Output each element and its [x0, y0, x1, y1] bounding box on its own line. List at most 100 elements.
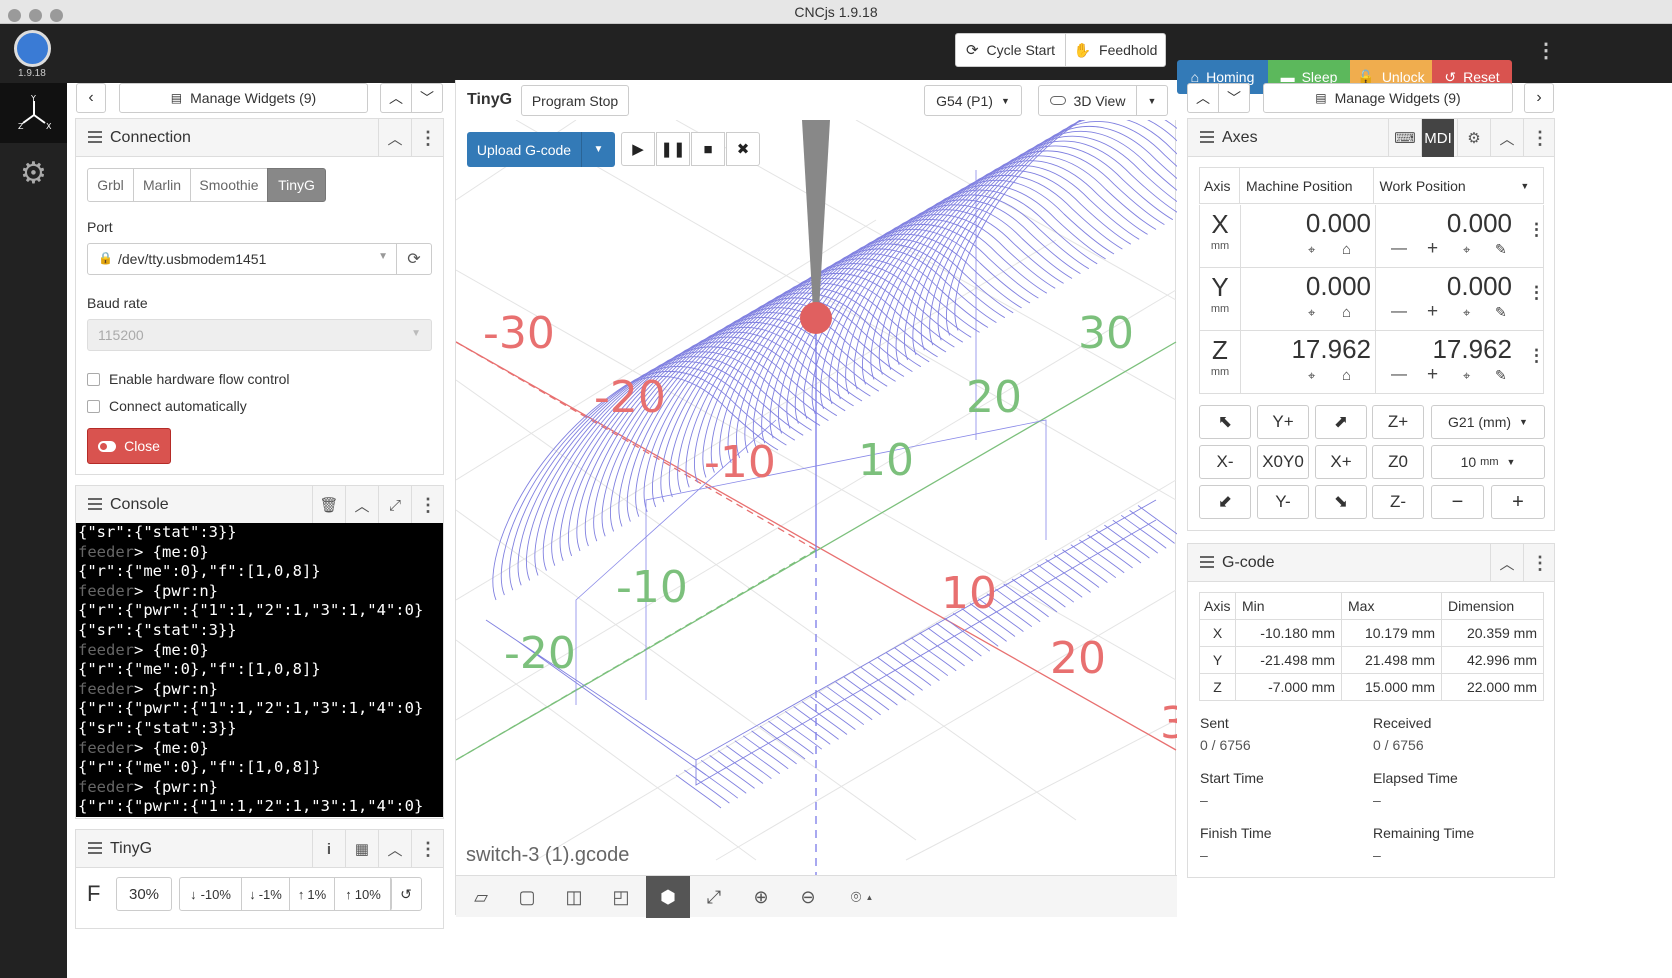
port-select[interactable]: 🔒 /dev/tty.usbmodem1451 ▼	[87, 243, 397, 275]
move-up-left-button[interactable]: ︿	[380, 83, 412, 113]
expand-console-button[interactable]: ⤢	[378, 486, 411, 524]
move-down-left-button[interactable]: ﹀	[411, 83, 443, 113]
axis-row-menu-button[interactable]: ⋮	[1528, 346, 1545, 366]
tab-smoothie[interactable]: Smoothie	[190, 168, 268, 202]
jog-xminus-yplus-button[interactable]: ⬉	[1199, 405, 1251, 439]
run-button[interactable]: ▶	[621, 132, 655, 166]
console-menu-button[interactable]: ⋮	[411, 486, 444, 524]
units-dropdown[interactable]: G21 (mm) ▼	[1431, 405, 1545, 439]
wcs-dropdown[interactable]: G54 (P1) ▼	[924, 85, 1022, 116]
clear-console-button[interactable]: 🗑	[312, 486, 345, 524]
info-button[interactable]: i	[312, 830, 345, 868]
manage-widgets-left-button[interactable]: ▤ Manage Widgets (9)	[119, 83, 368, 113]
collapse-tinyg-button[interactable]: ︿	[378, 830, 411, 868]
tab-marlin[interactable]: Marlin	[133, 168, 191, 202]
layout-button[interactable]: ▦	[345, 830, 378, 868]
work-position-value[interactable]: 0.000	[1447, 271, 1512, 302]
view-toggle-button[interactable]: 3D View	[1038, 85, 1137, 116]
feedhold-button[interactable]: ✋ Feedhold	[1065, 33, 1166, 67]
go-to-work-zero-button[interactable]: ⌖	[1463, 368, 1470, 384]
isometric-view-button[interactable]: ⬢	[646, 876, 690, 918]
hardware-flow-checkbox[interactable]	[87, 373, 100, 386]
auto-connect-checkbox[interactable]	[87, 400, 100, 413]
jog-xplus-yminus-button[interactable]: ⬊	[1315, 485, 1367, 519]
decrease-axis-button[interactable]: —	[1391, 303, 1407, 321]
camera-mode-dropdown[interactable]: ⌾ ▲	[838, 882, 886, 912]
decrease-axis-button[interactable]: —	[1391, 240, 1407, 258]
increase-axis-button[interactable]: +	[1427, 364, 1438, 386]
upload-options-dropdown[interactable]: ▼	[582, 132, 615, 167]
left-view-button[interactable]: ◫	[558, 882, 590, 912]
cncjs-logo[interactable]	[14, 30, 51, 67]
minimize-window-button[interactable]	[29, 9, 42, 22]
upload-gcode-button[interactable]: Upload G-code	[467, 132, 582, 167]
jog-xplus-yplus-button[interactable]: ⬈	[1315, 405, 1367, 439]
fit-view-button[interactable]: ⤢	[698, 882, 730, 912]
home-axis-button[interactable]: ⌂	[1342, 304, 1351, 321]
increase-step-button[interactable]: +	[1491, 485, 1545, 519]
increase-axis-button[interactable]: +	[1427, 301, 1438, 323]
more-menu-icon[interactable]: ⋮	[1536, 38, 1556, 63]
top-view-button[interactable]: ▱	[465, 882, 497, 912]
feed-minus-10-button[interactable]: ↓ -10%	[180, 878, 242, 910]
cycle-start-button[interactable]: ⟳ Cycle Start	[955, 33, 1066, 67]
go-to-work-zero-button[interactable]: ⌖	[1463, 305, 1470, 321]
feed-plus-10-button[interactable]: ↑ 10%	[335, 878, 391, 910]
go-to-work-zero-button[interactable]: ⌖	[1463, 242, 1470, 258]
axis-row-menu-button[interactable]: ⋮	[1528, 220, 1545, 240]
home-axis-button[interactable]: ⌂	[1342, 367, 1351, 384]
front-view-button[interactable]: ▢	[511, 882, 543, 912]
feed-minus-1-button[interactable]: ↓ -1%	[242, 878, 290, 910]
manage-widgets-right-button[interactable]: ▤ Manage Widgets (9)	[1263, 83, 1513, 113]
connection-menu-button[interactable]: ⋮	[411, 119, 444, 157]
jog-step-dropdown[interactable]: 10 mm ▼	[1431, 445, 1545, 479]
collapse-gcode-button[interactable]: ︿	[1490, 544, 1523, 582]
jog-xplus-button[interactable]: X+	[1315, 445, 1367, 479]
tab-grbl[interactable]: Grbl	[87, 168, 134, 202]
edit-position-button[interactable]: ✎	[1495, 367, 1507, 384]
drag-handle-icon[interactable]	[1200, 131, 1214, 143]
close-gcode-button[interactable]: ✖	[726, 132, 760, 166]
go-to-machine-zero-button[interactable]: ⌖	[1308, 305, 1315, 321]
position-options-dropdown[interactable]: ▼	[1506, 167, 1544, 204]
stop-button[interactable]: ■	[691, 132, 725, 166]
settings-nav-icon[interactable]: ⚙	[0, 143, 67, 203]
console-output[interactable]: {"sr":{"stat":3}} feeder> {me:0} {"r":{"me…	[76, 523, 443, 817]
jog-zplus-button[interactable]: Z+	[1372, 405, 1424, 439]
gcode-menu-button[interactable]: ⋮	[1523, 544, 1556, 582]
collapse-connection-button[interactable]: ︿	[378, 119, 411, 157]
decrease-step-button[interactable]: −	[1431, 485, 1484, 519]
close-connection-button[interactable]: Close	[87, 428, 171, 464]
3d-toolpath-canvas[interactable]: -30 -20 -10 10 20 30 -20 -10 10 20 30	[456, 120, 1177, 875]
collapse-console-button[interactable]: ︿	[345, 486, 378, 524]
program-stop-button[interactable]: Program Stop	[521, 85, 629, 116]
move-up-right-button[interactable]: ︿	[1187, 83, 1219, 113]
drag-handle-icon[interactable]	[88, 842, 102, 854]
jog-xminus-button[interactable]: X-	[1199, 445, 1251, 479]
increase-axis-button[interactable]: +	[1427, 238, 1438, 260]
jog-xminus-yminus-button[interactable]: ⬋	[1199, 485, 1251, 519]
edit-position-button[interactable]: ✎	[1495, 304, 1507, 321]
right-view-button[interactable]: ◰	[605, 882, 637, 912]
axis-row-menu-button[interactable]: ⋮	[1528, 283, 1545, 303]
jog-yplus-button[interactable]: Y+	[1257, 405, 1309, 439]
go-to-z-zero-button[interactable]: Z0	[1372, 445, 1424, 479]
baud-rate-select[interactable]: 115200 ▼	[87, 319, 432, 351]
edit-position-button[interactable]: ✎	[1495, 241, 1507, 258]
drag-handle-icon[interactable]	[1200, 556, 1214, 568]
axes-menu-button[interactable]: ⋮	[1523, 119, 1556, 157]
zoom-window-button[interactable]	[50, 9, 63, 22]
mdi-button[interactable]: MDI	[1421, 119, 1454, 157]
collapse-right-button[interactable]: ›	[1524, 83, 1554, 113]
go-to-machine-zero-button[interactable]: ⌖	[1308, 242, 1315, 258]
collapse-left-button[interactable]: ‹	[76, 83, 106, 113]
keypad-button[interactable]: ⌨	[1388, 119, 1421, 157]
refresh-ports-button[interactable]: ⟳	[396, 243, 432, 275]
go-to-machine-zero-button[interactable]: ⌖	[1308, 368, 1315, 384]
view-options-dropdown[interactable]: ▼	[1136, 85, 1168, 116]
zoom-out-button[interactable]: ⊖	[792, 882, 824, 912]
go-to-xy-zero-button[interactable]: X0Y0	[1257, 445, 1309, 479]
tab-tinyg[interactable]: TinyG	[267, 168, 326, 202]
work-position-value[interactable]: 17.962	[1432, 334, 1512, 365]
feed-reset-button[interactable]: ↺	[390, 877, 422, 911]
